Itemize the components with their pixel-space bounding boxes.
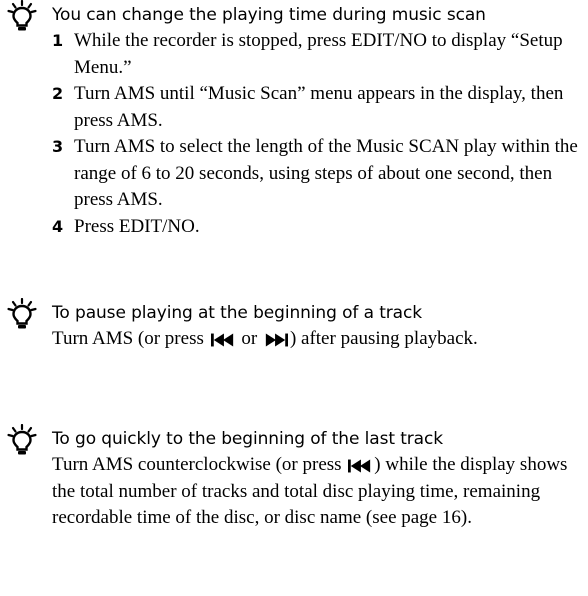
step-item: 2 Turn AMS until “Music Scan” menu appea… [52,81,586,134]
step-item: 3 Turn AMS to select the length of the M… [52,134,586,214]
skip-forward-icon [265,333,288,347]
tip-music-scan-time: You can change the playing time during m… [0,0,588,290]
step-text: Turn AMS until “Music Scan” menu appears… [74,83,564,131]
hint-lightbulb-icon [7,298,37,329]
step-number: 4 [52,216,64,236]
tip-pause-at-track-start: To pause playing at the beginning of a t… [0,298,588,398]
skip-back-icon [348,459,371,473]
step-text: While the recorder is stopped, press EDI… [74,30,563,78]
tip-heading: To go quickly to the beginning of the la… [52,429,443,449]
step-item: 1 While the recorder is stopped, press E… [52,28,586,81]
step-text: Turn AMS to select the length of the Mus… [74,136,578,210]
tip-heading: You can change the playing time during m… [52,5,486,25]
step-number: 2 [52,84,64,103]
tip-go-to-last-track: To go quickly to the beginning of the la… [0,424,588,594]
step-number: 1 [52,31,64,50]
tip-body: Turn AMS counterclockwise (or press ) wh… [52,452,584,532]
body-text: ) after pausing playback. [289,328,478,349]
skip-back-icon [210,333,233,347]
tip-heading: To pause playing at the beginning of a t… [52,303,422,323]
step-item: 4 Press EDIT/NO. [52,214,586,241]
step-list: 1 While the recorder is stopped, press E… [52,28,586,240]
step-number: 3 [52,137,64,156]
tip-body: Turn AMS (or press or ) after pausing pl… [52,326,584,353]
hint-lightbulb-icon [7,0,37,31]
body-text: Turn AMS (or press [52,328,204,349]
manual-page: You can change the playing time during m… [0,0,588,596]
step-text: Press EDIT/NO. [74,215,200,237]
body-text: or [241,328,258,349]
hint-lightbulb-icon [7,424,37,455]
body-text: Turn AMS counterclockwise (or press [52,454,342,475]
